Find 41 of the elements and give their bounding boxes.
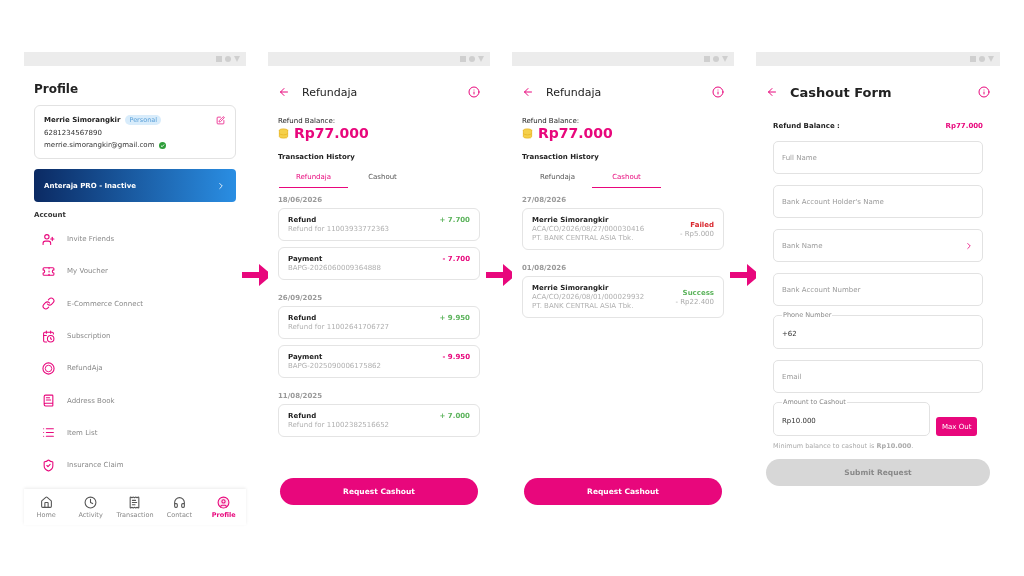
coins-icon [522, 127, 533, 139]
chevron-right-icon [216, 180, 226, 191]
book-icon [42, 394, 55, 408]
home-icon [39, 495, 53, 509]
triangle-icon [988, 56, 994, 62]
circle-icon [979, 56, 985, 62]
shield-check-icon [42, 458, 55, 472]
edit-icon[interactable] [216, 116, 225, 125]
square-icon [460, 56, 466, 62]
circle-icon [469, 56, 475, 62]
link-icon [42, 297, 55, 311]
triangle-icon [234, 56, 240, 62]
chevron-right-icon [964, 240, 974, 251]
back-icon[interactable] [522, 86, 534, 98]
square-icon [704, 56, 710, 62]
square-icon [970, 56, 976, 62]
balance-amount: Rp77.000 [538, 125, 613, 141]
coins-icon [278, 127, 289, 139]
back-icon[interactable] [278, 86, 290, 98]
info-icon[interactable] [468, 86, 480, 98]
circle-icon [713, 56, 719, 62]
triangle-icon [478, 56, 484, 62]
triangle-icon [722, 56, 728, 62]
receipt-icon [128, 495, 142, 509]
info-icon[interactable] [978, 86, 990, 98]
screen-title: Cashout Form [790, 84, 893, 100]
square-icon [216, 56, 222, 62]
clock-icon [84, 495, 98, 509]
info-icon[interactable] [712, 86, 724, 98]
list-icon [42, 426, 55, 440]
back-icon[interactable] [766, 86, 778, 98]
screen-title: Refundaja [302, 85, 359, 99]
screen-title: Refundaja [546, 85, 603, 99]
user-icon [217, 495, 231, 509]
screen-title: Profile [34, 82, 80, 96]
headphones-icon [172, 495, 186, 509]
balance-amount: Rp77.000 [294, 125, 369, 141]
ticket-icon [42, 264, 55, 278]
person-plus-icon [42, 232, 55, 246]
circle-icon [225, 56, 231, 62]
calendar-clock-icon [42, 329, 55, 343]
